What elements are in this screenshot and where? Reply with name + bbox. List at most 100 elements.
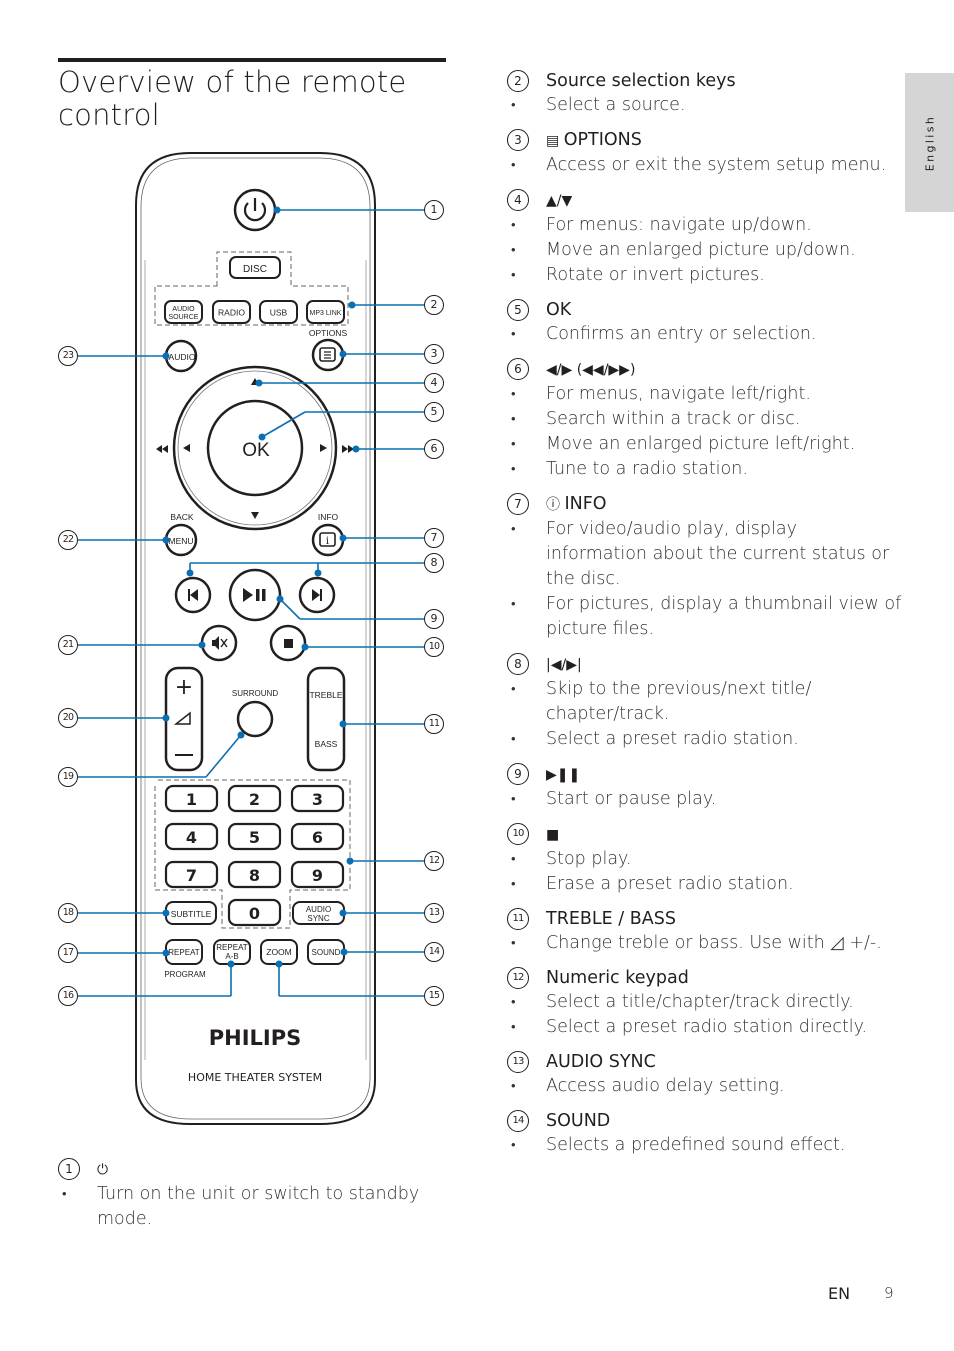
- next-button[interactable]: [298, 576, 336, 614]
- play-pause-button[interactable]: [228, 568, 282, 622]
- callout-dot: [162, 536, 170, 544]
- callout-number-10: 10: [424, 637, 444, 657]
- keypad-button-2[interactable]: 2: [227, 784, 282, 813]
- surround-button[interactable]: [236, 700, 274, 738]
- sound-button[interactable]: SOUND: [307, 939, 345, 965]
- callout-number-17: 17: [58, 943, 78, 963]
- item-heading: OK: [546, 298, 902, 322]
- keypad-button-9[interactable]: 9: [290, 860, 345, 889]
- callout-number-14: 14: [424, 942, 444, 962]
- mp3-link-button[interactable]: MP3 LINK: [306, 300, 345, 324]
- callout-dot: [339, 350, 347, 358]
- menu-button[interactable]: MENU: [164, 523, 198, 557]
- item-heading: AUDIO SYNC: [546, 1050, 902, 1074]
- item-label: AUDIO SYNC: [546, 1052, 656, 1072]
- treble-label: TREBLE: [309, 690, 342, 700]
- callout-dot: [339, 534, 347, 542]
- keypad-button-4[interactable]: 4: [164, 822, 219, 851]
- keypad-button-8[interactable]: 8: [227, 860, 282, 889]
- callout-dot: [339, 909, 347, 917]
- usb-button[interactable]: USB: [259, 300, 298, 324]
- stop-button[interactable]: [269, 624, 307, 662]
- item-symbol-icon: ◀/▶ (◀◀/▶▶): [546, 362, 636, 378]
- item-bullets: For video/audio play, display informatio…: [507, 517, 902, 642]
- bullet-point: Access audio delay setting.: [507, 1074, 902, 1099]
- sound-button-label: SOUND: [312, 948, 341, 957]
- previous-button[interactable]: [174, 576, 212, 614]
- bullet-point: Access or exit the system setup menu.: [507, 153, 902, 178]
- page-number: 9: [884, 1284, 894, 1302]
- audio-source-button[interactable]: AUDIO SOURCE: [164, 300, 203, 324]
- item-heading: ▤ OPTIONS: [546, 128, 902, 153]
- description-item-6: 6 ◀/▶ (◀◀/▶▶) For menus, navigate left/rig…: [507, 357, 902, 482]
- item-label: OPTIONS: [563, 130, 642, 150]
- item-number: 4: [507, 189, 529, 211]
- info-button[interactable]: i: [311, 523, 345, 557]
- callout-number-18: 18: [58, 903, 78, 923]
- program-caption: PROGRAM: [164, 970, 206, 979]
- model-label: HOME THEATER SYSTEM: [188, 1071, 322, 1084]
- subtitle-button[interactable]: SUBTITLE: [165, 901, 217, 925]
- bullet-point: Start or pause play.: [507, 787, 902, 812]
- callout-dot: [340, 948, 348, 956]
- ok-button[interactable]: OK: [206, 399, 304, 497]
- callout-number-3: 3: [424, 344, 444, 364]
- volume-rocker[interactable]: +: [164, 666, 204, 772]
- callout-dot: [273, 206, 281, 214]
- item-symbol-icon: ⓘ: [546, 497, 565, 513]
- audio-sync-label-2: SYNC: [307, 914, 329, 923]
- brand-logo: PHILIPS: [209, 1026, 302, 1050]
- options-caption: OPTIONS: [309, 328, 348, 338]
- repeat-ab-button[interactable]: REPEAT A-B: [213, 939, 251, 965]
- disc-button[interactable]: DISC: [229, 256, 281, 279]
- callout-dot: [162, 949, 170, 957]
- description-item-7: 7ⓘ INFOFor video/audio play, display inf…: [507, 492, 902, 642]
- description-column-right: 2 Source selection keysSelect a source. 3 ▤…: [507, 69, 902, 1168]
- keypad-button-0[interactable]: 0: [227, 898, 282, 927]
- item-bullets: Skip to the previous/next title/ chapter…: [507, 677, 902, 752]
- callout-number-6: 6: [424, 439, 444, 459]
- item-symbol-icon: ⏻: [97, 1162, 109, 1178]
- callout-dot: [348, 301, 356, 309]
- description-item-9: 9 ▶❚❚ Start or pause play.: [507, 762, 902, 812]
- keypad-button-label: 5: [249, 828, 260, 847]
- audio-button-label: AUDIO: [169, 352, 196, 362]
- item-symbol-icon: |◀/▶|: [546, 657, 582, 673]
- bullet-point: Select a title/chapter/track directly.: [507, 990, 902, 1015]
- item-label: TREBLE / BASS: [546, 909, 676, 929]
- audio-source-label-1: AUDIO: [172, 306, 195, 313]
- treble-bass-rocker[interactable]: TREBLE BASS: [306, 666, 346, 772]
- disc-button-label: DISC: [243, 264, 267, 275]
- repeat-ab-label-2: A-B: [225, 952, 238, 961]
- keypad-button-label: 9: [312, 866, 323, 885]
- keypad-button-label: 7: [186, 866, 197, 885]
- back-caption: BACK: [170, 512, 193, 522]
- zoom-button[interactable]: ZOOM: [260, 939, 298, 965]
- item-symbol-icon: ■: [546, 827, 560, 843]
- audio-button[interactable]: AUDIO: [164, 339, 198, 373]
- keypad-button-1[interactable]: 1: [164, 784, 219, 813]
- audio-sync-button[interactable]: AUDIO SYNC: [292, 901, 345, 925]
- zoom-button-label: ZOOM: [266, 947, 292, 957]
- item-label: OK: [546, 300, 572, 320]
- language-tab: English: [905, 73, 954, 212]
- item-symbol-icon: ▲/▼: [546, 193, 573, 209]
- mute-button[interactable]: [200, 624, 238, 662]
- item-number: 10: [507, 823, 529, 845]
- options-button[interactable]: [311, 338, 345, 372]
- item-heading: ▶❚❚: [546, 762, 902, 787]
- description-item-4: 4 ▲/▼ For menus: navigate up/down.Move an …: [507, 188, 902, 288]
- description-item-11: 11 TREBLE / BASSChange treble or bass. Us…: [507, 907, 902, 956]
- keypad-button-6[interactable]: 6: [290, 822, 345, 851]
- bullet-point: Select a preset radio station directly.: [507, 1015, 902, 1040]
- description-column-left: 1 ⏻ Turn on the unit or switch to standby …: [58, 1157, 448, 1242]
- power-button[interactable]: [233, 188, 277, 232]
- surround-caption: SURROUND: [232, 689, 278, 698]
- radio-button[interactable]: RADIO: [212, 300, 251, 324]
- keypad-button-3[interactable]: 3: [290, 784, 345, 813]
- repeat-ab-label-1: REPEAT: [216, 943, 248, 952]
- keypad-button-label: 6: [312, 828, 323, 847]
- keypad-button-7[interactable]: 7: [164, 860, 219, 889]
- keypad-button-5[interactable]: 5: [227, 822, 282, 851]
- repeat-button[interactable]: REPEAT: [165, 939, 203, 965]
